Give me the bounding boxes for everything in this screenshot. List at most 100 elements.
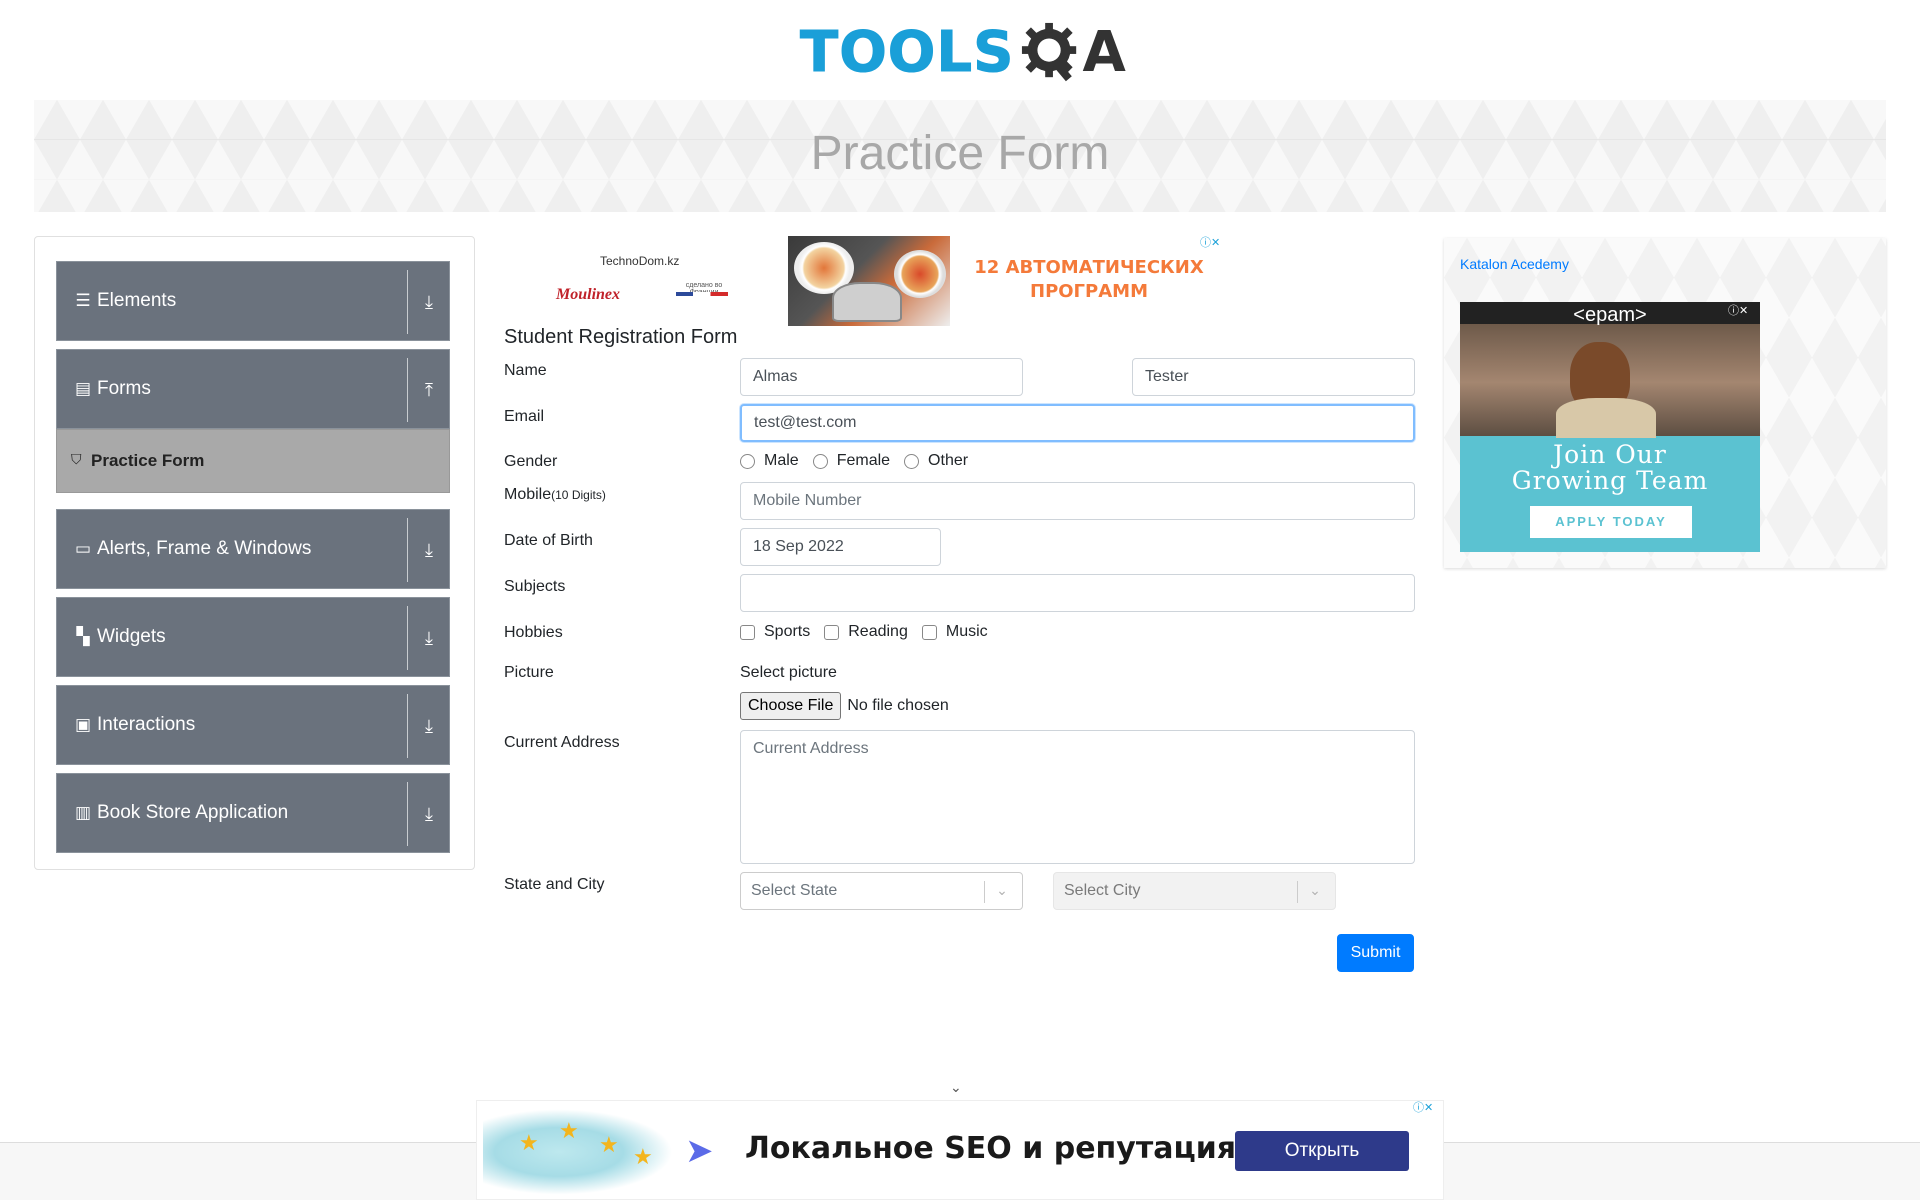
mobile-hint: (10 Digits) [551, 488, 606, 502]
multicooker-image [832, 282, 902, 322]
sidebar-group-label: Interactions [97, 714, 196, 735]
radio-label: Female [836, 452, 891, 469]
gender-label: Gender [504, 453, 558, 470]
email-label: Email [504, 408, 545, 425]
download-icon[interactable]: ⤓ [417, 804, 441, 828]
divider [407, 358, 408, 422]
ad-promo-text: 12 АВТОМАТИЧЕСКИХ ПРОГРАММ [974, 257, 1204, 302]
sidebar-group-book-store[interactable]: ▥ Book Store Application ⤓ [56, 773, 450, 853]
gender-other-option[interactable]: Other [904, 452, 968, 470]
books-icon: ▥ [74, 803, 92, 823]
city-select[interactable]: Select City ⌄ [1053, 872, 1336, 910]
mobile-label-text: Mobile [504, 486, 552, 503]
sidebar-group-forms[interactable]: ▤ Forms ⤒ [56, 349, 450, 429]
state-city-label: State and City [504, 876, 605, 893]
sidebar-group-label: Alerts, Frame & Windows [97, 538, 312, 559]
download-icon[interactable]: ⤓ [417, 716, 441, 740]
sidebar-item-label: Practice Form [91, 451, 205, 470]
ad-product-image [788, 236, 950, 326]
download-icon[interactable]: ⤓ [417, 540, 441, 564]
sidebar-group-interactions[interactable]: ▣ Interactions ⤓ [56, 685, 450, 765]
date-of-birth-input[interactable] [740, 528, 941, 566]
last-name-input[interactable] [1132, 358, 1415, 396]
checkbox[interactable] [824, 624, 840, 640]
chevron-down-icon[interactable]: ⌄ [992, 873, 1012, 909]
checkbox[interactable] [921, 624, 937, 640]
top-advertisement[interactable]: TechnoDom.kz Moulinex сделано во Франции… [504, 236, 1232, 326]
epam-headline-line1: Join Our [1553, 440, 1667, 469]
sidebar-item-practice-form[interactable]: ⛉ Practice Form [56, 429, 450, 493]
submit-button[interactable]: Submit [1337, 934, 1414, 972]
bottom-advertisement[interactable]: ★ ★ ★ ★ ➤ Локальное SEO и репутация Откр… [476, 1100, 1444, 1200]
file-status-text: No file chosen [847, 697, 949, 714]
apply-today-button[interactable]: APPLY TODAY [1530, 506, 1692, 538]
gender-female-option[interactable]: Female [812, 452, 891, 470]
star-icon: ★ [519, 1131, 539, 1156]
sidebar-group-widgets[interactable]: ▚ Widgets ⤓ [56, 597, 450, 677]
state-select-placeholder: Select State [751, 882, 838, 899]
select-picture-label: Select picture [740, 664, 837, 681]
email-input[interactable] [740, 404, 1415, 442]
first-name-input[interactable] [740, 358, 1023, 396]
sidebar-group-elements[interactable]: ☰ Elements ⤓ [56, 261, 450, 341]
radio-label: Other [928, 452, 969, 469]
sidebar-group-label: Widgets [97, 626, 166, 647]
adchoices-icon[interactable]: ⓘ✕ [1413, 1101, 1443, 1115]
radio-button[interactable] [904, 453, 920, 469]
subjects-label: Subjects [504, 578, 566, 595]
chevron-down-icon[interactable]: ⌄ [950, 1080, 962, 1096]
page-banner: Practice Form [34, 100, 1886, 212]
katalon-academy-link[interactable]: Katalon Acedemy [1460, 256, 1569, 272]
gender-radio-group: Male Female Other [740, 452, 982, 470]
menu-icon: ☰ [75, 291, 91, 311]
radio-button[interactable] [740, 453, 755, 469]
bottom-ad-text: Локальное SEO и репутация [745, 1131, 1236, 1166]
hobby-sports-option[interactable]: Sports [740, 623, 810, 641]
subjects-input[interactable] [740, 574, 1415, 612]
chevron-down-icon[interactable]: ⌄ [1305, 873, 1325, 909]
state-select[interactable]: Select State ⌄ [740, 872, 1023, 910]
picture-label: Picture [504, 664, 554, 681]
current-address-textarea[interactable] [740, 730, 1415, 864]
mobile-number-input[interactable] [740, 482, 1415, 520]
hobby-reading-option[interactable]: Reading [824, 623, 908, 641]
radio-label: Male [764, 452, 799, 469]
adchoices-icon[interactable]: ⓘ✕ [1200, 236, 1230, 250]
html5-icon: ⛉ [71, 452, 82, 468]
person-body-image [1556, 398, 1656, 438]
star-icon: ★ [599, 1133, 619, 1158]
epam-ad[interactable]: <epam> Join Our Growing Team APPLY TODAY… [1460, 302, 1760, 552]
ad-brand-technodom: TechnoDom.kz [600, 254, 680, 268]
sidebar-group-alerts[interactable]: ▭ Alerts, Frame & Windows ⤓ [56, 509, 450, 589]
current-address-label: Current Address [504, 734, 620, 751]
choose-file-button[interactable]: Choose File [740, 692, 842, 720]
hobby-music-option[interactable]: Music [921, 623, 988, 641]
sidebar-group-label: Elements [97, 290, 177, 311]
divider [407, 518, 408, 582]
logo-a-text: A [1082, 19, 1126, 85]
hobbies-label: Hobbies [504, 624, 563, 641]
checkbox-label: Music [945, 623, 988, 640]
checkbox[interactable] [740, 624, 755, 640]
gender-male-option[interactable]: Male [740, 452, 799, 470]
download-icon[interactable]: ⤓ [417, 628, 441, 652]
page-title: Practice Form [810, 127, 1110, 180]
star-icon: ★ [633, 1145, 653, 1170]
checkbox-label: Reading [848, 623, 908, 640]
radio-button[interactable] [812, 453, 828, 469]
right-advertisement: Katalon Acedemy <epam> Join Our Growing … [1444, 238, 1886, 568]
toolsqa-logo[interactable]: TOOLS A [799, 12, 1126, 92]
divider [407, 782, 408, 846]
form-title: Student Registration Form [504, 326, 738, 348]
ad-illustration: ★ ★ ★ ★ [483, 1109, 673, 1195]
city-select-placeholder: Select City [1064, 882, 1141, 899]
send-icon: ➤ [685, 1131, 714, 1171]
adchoices-icon[interactable]: ⓘ✕ [1728, 304, 1758, 318]
file-upload: Choose File No file chosen [740, 692, 949, 720]
upload-icon[interactable]: ⤒ [417, 380, 441, 404]
ad-brand-moulinex: Moulinex [556, 286, 621, 303]
star-icon: ★ [559, 1119, 579, 1144]
download-icon[interactable]: ⤓ [417, 292, 441, 316]
open-button[interactable]: Открыть [1235, 1131, 1409, 1171]
hobbies-checkbox-group: Sports Reading Music [740, 623, 1002, 641]
